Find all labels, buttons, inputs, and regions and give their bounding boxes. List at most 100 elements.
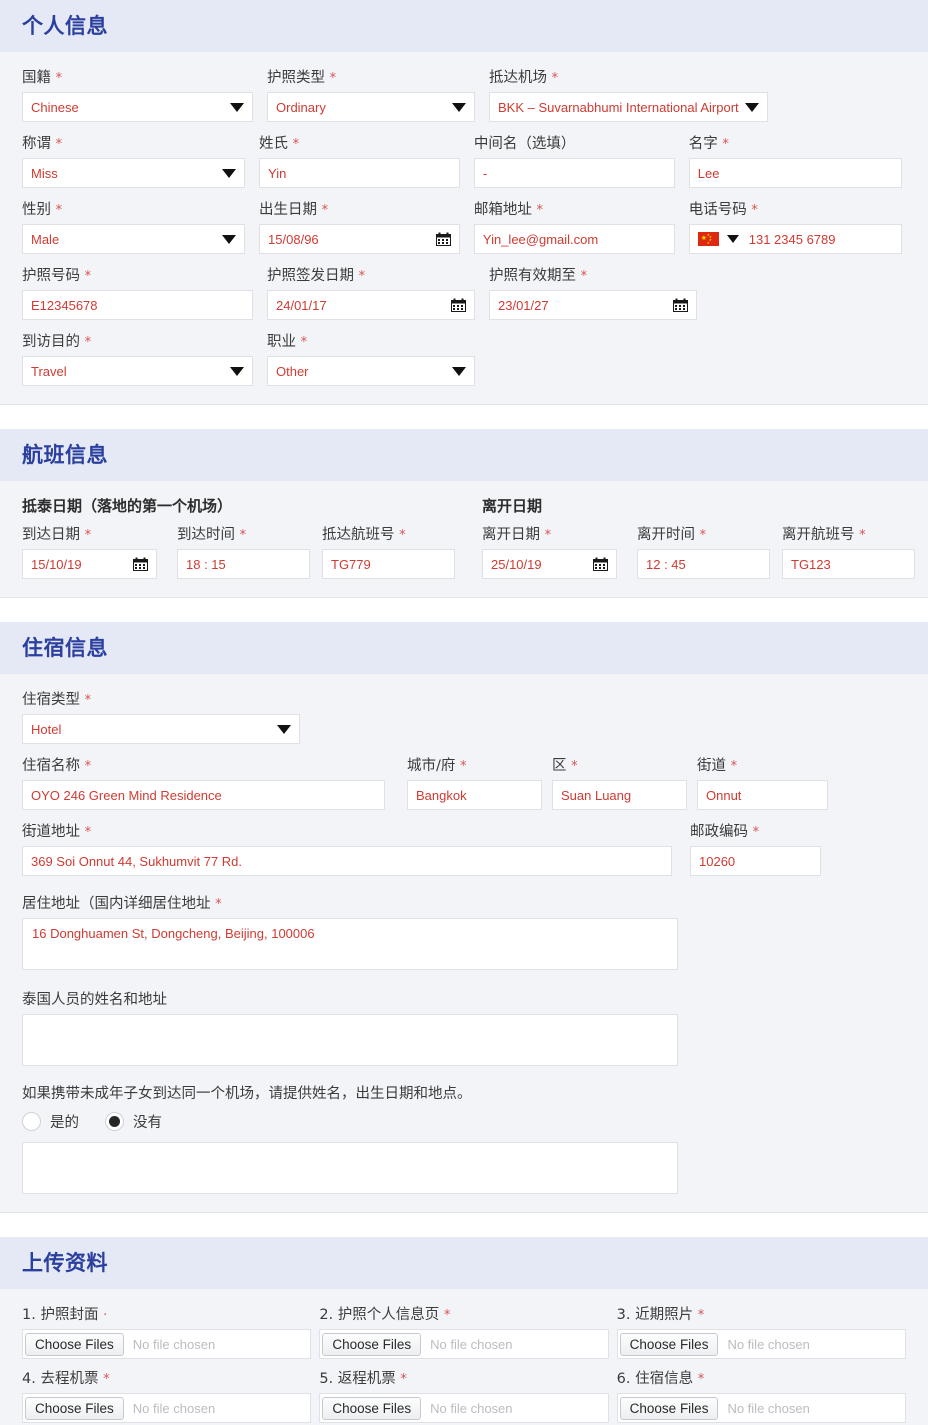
select-purpose[interactable]: Travel <box>22 356 253 386</box>
file-input-6[interactable]: Choose Files No file chosen <box>616 1393 906 1423</box>
calendar-icon[interactable] <box>451 298 466 312</box>
required-marker: * <box>84 269 92 284</box>
input-postcode[interactable]: 10260 <box>690 846 821 876</box>
radio-yes[interactable] <box>22 1112 41 1131</box>
input-acc-name[interactable]: OYO 246 Green Mind Residence <box>22 780 385 810</box>
label-passport-type: 护照类型 * <box>267 70 337 86</box>
select-passport-type[interactable]: Ordinary <box>267 92 475 122</box>
select-passport-type-value: Ordinary <box>276 99 326 115</box>
radio-no-label: 没有 <box>133 1115 162 1131</box>
input-surname-value: Yin <box>268 165 287 181</box>
required-marker: * <box>443 1308 451 1323</box>
label-departure-date: 离开日期 * <box>482 527 552 543</box>
input-arrival-flight-no[interactable]: TG779 <box>322 549 455 579</box>
input-middle-name[interactable]: - <box>473 158 675 188</box>
select-occupation[interactable]: Other <box>267 356 475 386</box>
input-birth-date[interactable]: 15/08/96 <box>259 224 460 254</box>
section-title-upload: 上传资料 <box>0 1237 928 1289</box>
field-passport-expiry-date: 护照有效期至 * 23/01/27 <box>489 264 711 320</box>
calendar-icon[interactable] <box>593 557 608 571</box>
chevron-down-icon <box>277 724 291 734</box>
input-thai-contact[interactable] <box>22 1014 678 1066</box>
field-arrival-flight-no: 抵达航班号 * TG779 <box>322 523 460 579</box>
required-marker: * <box>239 528 247 543</box>
form-row: 住宿名称 * OYO 246 Green Mind Residence 城市/府… <box>22 754 906 810</box>
arrival-block-title: 抵泰日期（落地的第一个机场） <box>22 497 233 515</box>
select-arrival-airport[interactable]: BKK – Suvarnabhumi International Airport <box>489 92 768 122</box>
chevron-down-icon <box>452 366 466 376</box>
input-district[interactable]: Suan Luang <box>552 780 687 810</box>
form-row: 称谓 * Miss 姓氏 * Yin 中间名（选填） - 名字 * Lee <box>22 132 906 188</box>
choose-files-button[interactable]: Choose Files <box>25 1332 124 1356</box>
field-street-address: 街道地址 * 369 Soi Onnut 44, Sukhumvit 77 Rd… <box>22 820 690 876</box>
file-input-1[interactable]: Choose Files No file chosen <box>22 1329 312 1359</box>
label-upload-6: 6. 住宿信息 * <box>616 1371 705 1387</box>
choose-files-button[interactable]: Choose Files <box>322 1332 422 1356</box>
input-departure-time[interactable]: 12 : 45 <box>637 549 770 579</box>
section-flight-info: 航班信息 抵泰日期（落地的第一个机场） 到达日期 * 15/10/19 到达时间… <box>0 429 928 598</box>
input-street[interactable]: Onnut <box>697 780 828 810</box>
input-city[interactable]: Bangkok <box>407 780 542 810</box>
field-birth-date: 出生日期 * 15/08/96 <box>259 198 474 254</box>
chevron-down-icon[interactable] <box>726 235 739 243</box>
input-home-address[interactable] <box>22 918 678 970</box>
file-input-3[interactable]: Choose Files No file chosen <box>616 1329 906 1359</box>
upload-row: 4. 去程机票 * Choose Files No file chosen 5.… <box>22 1367 906 1423</box>
section-title-personal: 个人信息 <box>0 0 928 52</box>
minor-children-radio-group: 是的 没有 <box>22 1111 906 1132</box>
label-surname: 姓氏 * <box>259 136 300 152</box>
input-departure-date[interactable]: 25/10/19 <box>482 549 617 579</box>
input-phone[interactable]: ★ ★ ★ ★ ★ 131 2345 6789 <box>688 224 902 254</box>
calendar-icon[interactable] <box>435 232 451 246</box>
input-passport-issue-date[interactable]: 24/01/17 <box>267 290 475 320</box>
calendar-icon[interactable] <box>673 298 688 312</box>
file-input-2[interactable]: Choose Files No file chosen <box>319 1329 609 1359</box>
input-minor-details[interactable] <box>22 1142 678 1194</box>
input-street-address[interactable]: 369 Soi Onnut 44, Sukhumvit 77 Rd. <box>22 846 672 876</box>
input-given-name[interactable]: Lee <box>688 158 902 188</box>
required-marker: * <box>751 203 758 218</box>
input-postcode-value: 10260 <box>699 853 736 869</box>
input-email[interactable]: Yin_lee@gmail.com <box>473 224 675 254</box>
input-arrival-date[interactable]: 15/10/19 <box>22 549 157 579</box>
section-accommodation: 住宿信息 住宿类型 * Hotel 住宿名称 * OYO 246 Green M… <box>0 622 928 1213</box>
label-upload-5: 5. 返程机票 * <box>319 1371 407 1387</box>
field-passport-issue-date: 护照签发日期 * 24/01/17 <box>267 264 489 320</box>
input-departure-flight-no[interactable]: TG123 <box>782 549 915 579</box>
select-gender[interactable]: Male <box>22 224 246 254</box>
select-acc-type[interactable]: Hotel <box>22 714 300 744</box>
required-marker: * <box>697 1372 705 1387</box>
choose-files-button[interactable]: Choose Files <box>322 1396 422 1420</box>
input-arrival-time[interactable]: 18 : 15 <box>177 549 310 579</box>
label-arrival-flight-no: 抵达航班号 * <box>322 527 406 543</box>
select-acc-type-value: Hotel <box>31 721 62 737</box>
departure-block-title: 离开日期 <box>482 497 543 515</box>
file-input-5[interactable]: Choose Files No file chosen <box>319 1393 609 1423</box>
required-marker: * <box>84 759 92 774</box>
minor-children-note: 如果携带未成年子女到达同一个机场，请提供姓名，出生日期和地点。 <box>22 1086 472 1102</box>
field-home-address: 居住地址（国内详细居住地址 * <box>22 892 906 970</box>
input-passport-expiry-date[interactable]: 23/01/27 <box>489 290 697 320</box>
file-placeholder: No file chosen <box>132 1336 216 1352</box>
input-surname[interactable]: Yin <box>259 158 460 188</box>
field-district: 区 * Suan Luang <box>552 754 697 810</box>
select-honorific[interactable]: Miss <box>22 158 246 188</box>
input-passport-no[interactable]: E12345678 <box>22 290 253 320</box>
chevron-down-icon <box>222 234 237 244</box>
label-given-name: 名字 * <box>688 136 729 152</box>
file-input-4[interactable]: Choose Files No file chosen <box>22 1393 312 1423</box>
section-gap <box>0 598 928 622</box>
choose-files-button[interactable]: Choose Files <box>619 1332 719 1356</box>
form-row: 到访目的 * Travel 职业 * Other <box>22 330 906 386</box>
chevron-down-icon <box>230 102 244 112</box>
label-purpose: 到访目的 * <box>22 334 92 350</box>
choose-files-button[interactable]: Choose Files <box>619 1396 719 1420</box>
field-city: 城市/府 * Bangkok <box>407 754 552 810</box>
select-nationality[interactable]: Chinese <box>22 92 253 122</box>
choose-files-button[interactable]: Choose Files <box>25 1396 124 1420</box>
calendar-icon[interactable] <box>133 557 148 571</box>
radio-no[interactable] <box>105 1112 124 1131</box>
visa-application-form: 模板 模板 模板 个人信息 国籍 * Chinese 护照类型 * Ordina… <box>0 0 928 1425</box>
required-marker: * <box>321 203 329 218</box>
field-acc-name: 住宿名称 * OYO 246 Green Mind Residence <box>22 754 407 810</box>
